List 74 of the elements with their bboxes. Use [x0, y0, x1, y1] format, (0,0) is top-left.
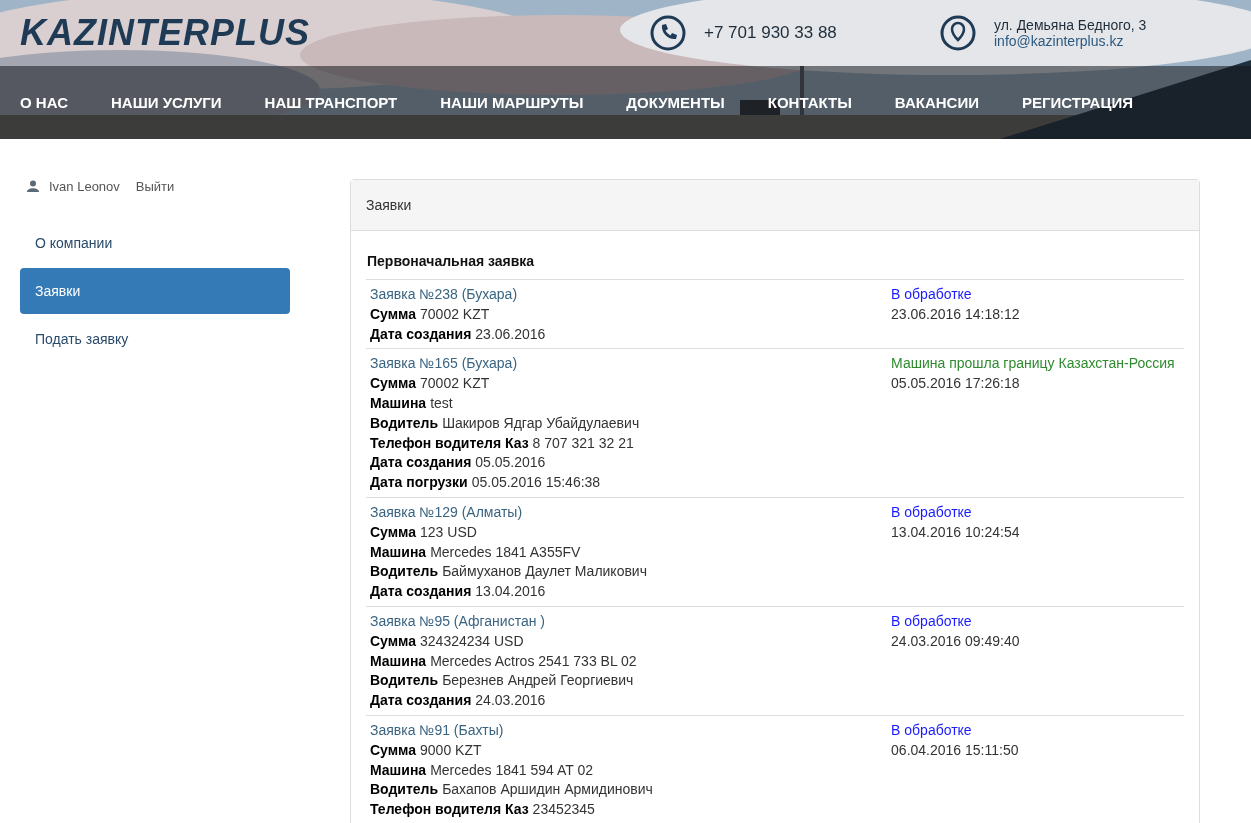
nav-link[interactable]: РЕГИСТРАЦИЯ [1022, 94, 1133, 111]
field-value: Баймуханов Даулет Маликович [442, 562, 647, 582]
field-label: Водитель [370, 413, 439, 433]
order-status: В обработке [891, 611, 973, 631]
field-label: Дата создания [370, 582, 472, 602]
field-label: Водитель [370, 562, 439, 582]
field-value: Mercedes 1841 594 AT 02 [430, 760, 594, 780]
field-label: Машина [370, 542, 427, 562]
field-value: 9000 KZT [420, 740, 482, 760]
field-label: Машина [370, 394, 427, 413]
section-title: Первоначальная заявка [366, 246, 1184, 280]
nav-link[interactable]: КОНТАКТЫ [767, 94, 852, 111]
field-value: Березнев Андрей Георгиевич [442, 671, 634, 691]
field-value: Шакиров Ядгар Убайдулаевич [442, 413, 640, 433]
field-value: 05.05.2016 15:46:38 [471, 473, 601, 493]
field-value: Бахапов Аршидин Армидинович [442, 780, 653, 800]
field-value: 70002 KZT [420, 374, 490, 394]
field-label: Сумма [370, 304, 417, 324]
order-link[interactable]: Заявка №129 (Алматы) [370, 502, 523, 523]
field-value: 23452345 [532, 800, 595, 820]
phone-number: +7 701 930 33 88 [704, 23, 837, 43]
sidebar-item[interactable]: Заявки [20, 268, 290, 314]
field-value: 13.04.2016 [475, 582, 546, 602]
sidebar-item[interactable]: Подать заявку [20, 316, 290, 362]
field-label: Машина [370, 760, 427, 780]
email-link[interactable]: info@kazinterplus.kz [994, 33, 1147, 49]
order-link[interactable]: Заявка №238 (Бухара) [370, 285, 518, 305]
field-value: 8 707 321 32 21 [532, 433, 634, 453]
field-value: 70002 KZT [420, 304, 490, 324]
status-datetime: 23.06.2016 14:18:12 [891, 304, 1021, 324]
logout-link[interactable]: Выйти [135, 178, 175, 194]
field-value: 24.03.2016 [475, 691, 546, 711]
field-label: Сумма [370, 740, 417, 760]
address: ул. Демьяна Бедного, 3 [994, 17, 1147, 33]
field-label: Сумма [370, 374, 417, 394]
order-link[interactable]: Заявка №91 (Бахты) [370, 720, 504, 741]
logo[interactable]: KAZINTERPLUS [20, 12, 650, 54]
order-link[interactable]: Заявка №165 (Бухара) [370, 354, 518, 375]
user-name: Ivan Leonov [49, 178, 120, 194]
field-label: Дата создания [370, 691, 472, 711]
field-label: Водитель [370, 780, 439, 800]
field-label: Дата создания [370, 324, 472, 344]
field-label: Водитель [370, 671, 439, 691]
nav-link[interactable]: НАШИ УСЛУГИ [110, 94, 222, 111]
order-status: В обработке [891, 285, 973, 304]
field-label: Машина [370, 651, 427, 671]
nav-link[interactable]: ДОКУМЕНТЫ [626, 94, 725, 111]
field-value: 123 USD [420, 522, 477, 542]
nav-link[interactable]: О НАС [20, 94, 68, 111]
field-value: 324324234 USD [420, 631, 524, 651]
status-datetime: 05.05.2016 17:26:18 [891, 374, 1021, 394]
field-value: 05.05.2016 [475, 453, 546, 473]
nav-link[interactable]: НАШИ МАРШРУТЫ [440, 94, 584, 111]
status-datetime: 24.03.2016 09:49:40 [891, 631, 1021, 651]
field-value: Mercedes 1841 A355FV [430, 542, 581, 562]
field-value: test [430, 394, 453, 413]
nav-link[interactable]: ВАКАНСИИ [894, 94, 979, 111]
status-datetime: 06.04.2016 15:11:50 [891, 740, 1020, 760]
order-status: Машина прошла границу Казахстан-Россия [891, 354, 1176, 374]
order-link[interactable]: Заявка №95 (Афганистан ) [370, 611, 545, 632]
panel-title: Заявки [366, 197, 412, 213]
sidebar-item[interactable]: О компании [20, 220, 290, 266]
order-status: В обработке [891, 720, 973, 740]
nav-link[interactable]: НАШ ТРАНСПОРТ [264, 94, 398, 111]
field-label: Сумма [370, 522, 417, 542]
field-value: 23.06.2016 [475, 324, 546, 344]
field-label: Телефон водителя Каз [370, 433, 529, 453]
field-label: Сумма [370, 631, 417, 651]
field-label: Телефон водителя Каз [370, 800, 529, 820]
order-status: В обработке [891, 502, 973, 522]
status-datetime: 13.04.2016 10:24:54 [891, 522, 1021, 542]
field-value: Mercedes Actros 2541 733 BL 02 [430, 651, 637, 671]
field-label: Дата создания [370, 453, 472, 473]
field-label: Дата погрузки [370, 473, 468, 493]
